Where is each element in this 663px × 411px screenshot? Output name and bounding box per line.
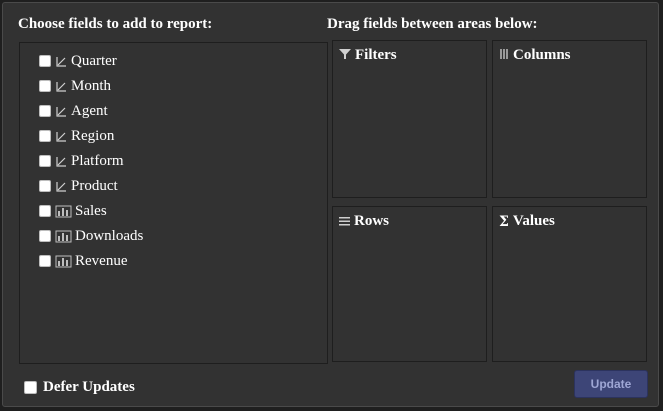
update-button[interactable]: Update [574, 370, 648, 398]
filters-label: Filters [355, 47, 397, 63]
values-area-title: Σ Values [499, 213, 555, 230]
filters-area-title: Filters [339, 47, 397, 64]
field-list-heading: Choose fields to add to report: [18, 16, 213, 32]
dimension-icon [55, 80, 68, 93]
field-checkbox[interactable] [39, 80, 51, 92]
columns-area[interactable]: Columns [492, 40, 647, 198]
filters-area[interactable]: Filters [332, 40, 487, 198]
field-item-region[interactable]: Region [39, 126, 114, 146]
rows-area[interactable]: Rows [332, 206, 487, 362]
dimension-icon [55, 130, 68, 143]
field-item-agent[interactable]: Agent [39, 101, 108, 121]
field-item-platform[interactable]: Platform [39, 151, 124, 171]
filter-icon [339, 48, 351, 64]
field-label: Product [71, 177, 118, 194]
columns-icon [499, 48, 509, 64]
rows-label: Rows [354, 213, 390, 229]
areas-heading: Drag fields between areas below: [327, 16, 538, 32]
field-label: Month [71, 77, 112, 94]
field-label: Platform [71, 152, 124, 169]
field-checkbox[interactable] [39, 255, 51, 267]
field-checkbox[interactable] [39, 205, 51, 217]
pivot-field-list-panel: Choose fields to add to report: Drag fie… [2, 2, 659, 407]
field-item-sales[interactable]: Sales [39, 201, 107, 221]
columns-label: Columns [513, 47, 571, 63]
dimension-icon [55, 105, 68, 118]
field-item-product[interactable]: Product [39, 176, 118, 196]
field-label: Downloads [75, 227, 144, 244]
values-label: Values [512, 213, 555, 229]
field-label: Sales [75, 202, 107, 219]
columns-area-title: Columns [499, 47, 571, 64]
field-item-month[interactable]: Month [39, 76, 111, 96]
rows-area-title: Rows [339, 213, 389, 230]
field-label: Region [71, 127, 115, 144]
dimension-icon [55, 55, 68, 68]
measure-icon [55, 255, 72, 268]
dimension-icon [55, 155, 68, 168]
sigma-icon: Σ [499, 213, 509, 230]
field-checkbox[interactable] [39, 55, 51, 67]
field-item-quarter[interactable]: Quarter [39, 51, 117, 71]
field-item-revenue[interactable]: Revenue [39, 251, 127, 271]
field-checkbox[interactable] [39, 180, 51, 192]
field-label: Quarter [71, 52, 117, 69]
field-item-downloads[interactable]: Downloads [39, 226, 143, 246]
field-list-box: Quarter Month Agent Region Platform Prod… [19, 42, 328, 364]
measure-icon [55, 230, 72, 243]
field-checkbox[interactable] [39, 105, 51, 117]
field-checkbox[interactable] [39, 130, 51, 142]
values-area[interactable]: Σ Values [492, 206, 647, 362]
field-checkbox[interactable] [39, 230, 51, 242]
defer-updates-label: Defer Updates [43, 379, 135, 395]
field-label: Revenue [75, 252, 128, 269]
field-label: Agent [71, 102, 108, 119]
measure-icon [55, 205, 72, 218]
field-checkbox[interactable] [39, 155, 51, 167]
dimension-icon [55, 180, 68, 193]
defer-updates-control[interactable]: Defer Updates [24, 379, 135, 396]
rows-icon [339, 214, 350, 230]
defer-updates-checkbox[interactable] [24, 381, 37, 394]
